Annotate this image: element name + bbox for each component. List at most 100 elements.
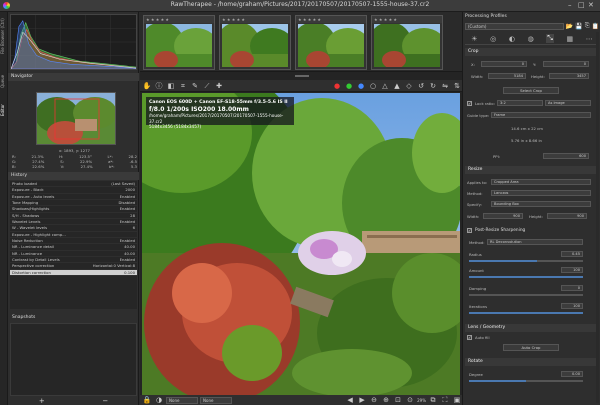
filmstrip-thumbnail[interactable]: ★ ★ ★ ★ ★: [219, 15, 291, 70]
filmstrip-resize-handle[interactable]: [295, 75, 309, 77]
damping-slider[interactable]: [469, 294, 583, 296]
lens-geometry-header[interactable]: Lens / Geometry: [465, 324, 599, 332]
amount-input[interactable]: 100: [561, 267, 583, 273]
add-snapshot-button[interactable]: +: [39, 397, 45, 405]
colorpicker-icon[interactable]: ✚: [214, 81, 224, 91]
clip-highlights-icon[interactable]: ▲: [392, 81, 402, 91]
resize-method-select[interactable]: Lanczos: [491, 190, 591, 196]
fullscreen-icon[interactable]: ⛶: [440, 395, 450, 405]
transform-tab-icon[interactable]: ⤡: [546, 34, 554, 43]
crop-x-input[interactable]: 0: [481, 61, 527, 67]
applies-to-select[interactable]: Cropped Area: [491, 179, 591, 185]
zoom-in-icon[interactable]: ⊕: [381, 395, 391, 405]
resize-width-input[interactable]: 900: [483, 213, 523, 219]
luminosity-icon[interactable]: ○: [368, 81, 378, 91]
amount-slider[interactable]: [469, 276, 583, 278]
crop-header[interactable]: Crop: [465, 48, 599, 56]
green-channel-icon[interactable]: ●: [344, 81, 354, 91]
remove-snapshot-button[interactable]: −: [102, 397, 108, 405]
rotate-header[interactable]: Rotate: [465, 358, 599, 366]
before-after-icon[interactable]: ◧: [166, 81, 176, 91]
flip-vertical-icon[interactable]: ⇅: [452, 81, 462, 91]
panel-toggle-icon[interactable]: ▣: [452, 395, 462, 405]
ppi-input[interactable]: 600: [543, 153, 589, 159]
clip-shadows-icon[interactable]: △: [380, 81, 390, 91]
blue-channel-icon[interactable]: ●: [356, 81, 366, 91]
navigator-header[interactable]: Navigator: [8, 73, 139, 81]
thumbnail-rating[interactable]: ★ ★ ★ ★ ★: [220, 16, 290, 23]
profile-select[interactable]: (Custom): [465, 22, 564, 30]
rendering-intent-select[interactable]: None: [200, 396, 232, 404]
lock-ratio-checkbox[interactable]: ✓: [467, 101, 472, 106]
red-channel-icon[interactable]: ●: [332, 81, 342, 91]
main-image[interactable]: Canon EOS 600D + Canon EF-S18-55mm f/3.5…: [142, 93, 460, 395]
select-crop-button[interactable]: Select Crop: [503, 87, 559, 94]
tab-file-browser[interactable]: File Browser (Ctrl): [0, 16, 8, 56]
paste-profile-icon[interactable]: 📋: [592, 23, 599, 30]
crop-width-input[interactable]: 5184: [488, 73, 526, 79]
next-image-icon[interactable]: ▶: [357, 395, 367, 405]
history-item[interactable]: Distortion correction 0.100: [10, 269, 137, 277]
thumbnail-rating[interactable]: ★ ★ ★ ★ ★: [372, 16, 442, 23]
close-button[interactable]: ✕: [588, 1, 594, 9]
guide-type-select[interactable]: Frame: [491, 112, 591, 118]
detail-tab-icon[interactable]: ◎: [490, 35, 496, 43]
crop-y-input[interactable]: 0: [543, 61, 589, 67]
resize-header[interactable]: Resize: [465, 166, 599, 174]
metadata-tab-icon[interactable]: ⋯: [586, 35, 593, 43]
zoom-100-icon[interactable]: ⊙: [405, 395, 415, 405]
navigator-preview[interactable]: [36, 92, 116, 145]
pr-sharpen-checkbox[interactable]: ✓: [467, 228, 472, 233]
load-profile-icon[interactable]: 📂: [566, 23, 573, 30]
snapshots-list[interactable]: [10, 323, 137, 396]
thumbnail-rating[interactable]: ★ ★ ★ ★ ★: [296, 16, 366, 23]
crop-icon[interactable]: ⌗: [178, 81, 188, 91]
raw-tab-icon[interactable]: ▦: [566, 35, 573, 43]
pr-method-select[interactable]: RL Deconvolution: [487, 239, 583, 245]
filmstrip-thumbnail[interactable]: ★ ★ ★ ★ ★: [295, 15, 367, 70]
degree-slider[interactable]: [469, 380, 583, 382]
exposure-tab-icon[interactable]: ☀: [471, 35, 477, 43]
ratio-select[interactable]: 3:2: [497, 100, 543, 106]
softproof-icon[interactable]: ◑: [154, 395, 164, 405]
output-profile-select[interactable]: None: [166, 396, 198, 404]
auto-crop-button[interactable]: Auto Crop: [503, 344, 559, 351]
color-tab-icon[interactable]: ◐: [509, 35, 515, 43]
thumbnail-rating[interactable]: ★ ★ ★ ★ ★: [144, 16, 214, 23]
radius-slider[interactable]: [469, 260, 583, 262]
white-balance-icon[interactable]: ✎: [190, 81, 200, 91]
rotate-left-icon[interactable]: ↺: [416, 81, 426, 91]
degree-input[interactable]: 0.00: [561, 371, 583, 377]
zoom-fit-icon[interactable]: ⊡: [393, 395, 403, 405]
save-profile-icon[interactable]: 💾: [575, 23, 582, 30]
info-icon[interactable]: ⓘ: [154, 81, 164, 91]
orientation-select[interactable]: As Image: [545, 100, 591, 106]
right-panel-scrollbar[interactable]: [596, 32, 599, 403]
lock-icon[interactable]: 🔒: [142, 395, 152, 405]
hand-tool-icon[interactable]: ✋: [142, 81, 152, 91]
advanced-tab-icon[interactable]: ◍: [528, 35, 534, 43]
specify-select[interactable]: Bounding Box: [491, 201, 591, 207]
auto-fill-checkbox[interactable]: ✓: [467, 335, 472, 340]
tab-queue[interactable]: Queue: [0, 70, 8, 92]
flip-horizontal-icon[interactable]: ⇋: [440, 81, 450, 91]
filmstrip-thumbnail[interactable]: ★ ★ ★ ★ ★: [371, 15, 443, 70]
tab-editor[interactable]: Editor: [0, 100, 8, 120]
resize-height-input[interactable]: 900: [547, 213, 587, 219]
filmstrip-thumbnail[interactable]: ★ ★ ★ ★ ★: [143, 15, 215, 70]
maximize-button[interactable]: □: [578, 1, 585, 9]
straighten-icon[interactable]: ⟋: [202, 81, 212, 91]
history-header[interactable]: History: [8, 172, 139, 180]
radius-input[interactable]: 0.45: [561, 251, 583, 257]
zoom-out-icon[interactable]: ⊖: [369, 395, 379, 405]
iterations-input[interactable]: 100: [561, 303, 583, 309]
rotate-right-icon[interactable]: ↻: [428, 81, 438, 91]
new-window-icon[interactable]: ⧉: [428, 395, 438, 405]
copy-profile-icon[interactable]: ⎘: [585, 22, 590, 30]
crop-height-input[interactable]: 3457: [549, 73, 589, 79]
previous-image-icon[interactable]: ◀: [345, 395, 355, 405]
minimize-button[interactable]: –: [568, 1, 572, 9]
focus-mask-icon[interactable]: ◇: [404, 81, 414, 91]
iterations-slider[interactable]: [469, 312, 583, 314]
damping-input[interactable]: 0: [561, 285, 583, 291]
